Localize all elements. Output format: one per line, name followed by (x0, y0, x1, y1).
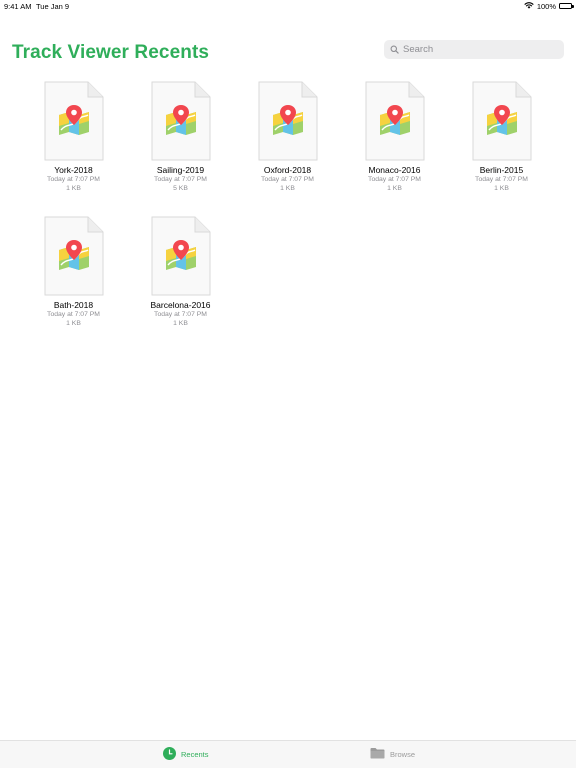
map-pin-icon (379, 105, 410, 135)
file-thumbnail (151, 216, 211, 296)
file-name: Sailing-2019 (156, 165, 205, 175)
file-item[interactable]: Monaco-2016 Today at 7:07 PM 1 KB (341, 81, 448, 193)
file-item[interactable]: York-2018 Today at 7:07 PM 1 KB (20, 81, 127, 193)
file-date: Today at 7:07 PM (47, 176, 100, 183)
status-time: 9:41 AM (4, 2, 32, 11)
file-size: 1 KB (494, 185, 509, 192)
wifi-icon (524, 1, 534, 11)
clock-icon (163, 747, 176, 762)
file-size: 1 KB (173, 320, 188, 327)
battery-percent: 100% (536, 1, 556, 11)
search-bar[interactable] (384, 40, 564, 59)
file-thumbnail (365, 81, 425, 161)
file-thumbnail (472, 81, 532, 161)
file-name: Barcelona-2016 (150, 300, 211, 310)
file-size: 1 KB (280, 185, 295, 192)
file-item[interactable]: Oxford-2018 Today at 7:07 PM 1 KB (234, 81, 341, 193)
file-thumbnail (258, 81, 318, 161)
file-name: Monaco-2016 (368, 165, 421, 175)
file-item[interactable]: Bath-2018 Today at 7:07 PM 1 KB (20, 216, 127, 328)
file-item[interactable]: Sailing-2019 Today at 7:07 PM 5 KB (127, 81, 234, 193)
folder-icon (370, 747, 385, 761)
file-date: Today at 7:07 PM (154, 176, 207, 183)
tab-bar: Recents Browse (0, 740, 576, 768)
file-thumbnail (44, 216, 104, 296)
file-item[interactable]: Barcelona-2016 Today at 7:07 PM 1 KB (127, 216, 234, 328)
map-pin-icon (58, 240, 89, 270)
map-pin-icon (165, 240, 196, 270)
file-size: 1 KB (387, 185, 402, 192)
file-date: Today at 7:07 PM (154, 311, 207, 318)
search-input[interactable] (403, 44, 553, 55)
status-date: Tue Jan 9 (36, 2, 70, 11)
file-date: Today at 7:07 PM (261, 176, 314, 183)
tab-browse-label: Browse (390, 749, 416, 759)
map-pin-icon (165, 105, 196, 135)
file-date: Today at 7:07 PM (47, 311, 100, 318)
file-size: 1 KB (66, 320, 81, 327)
file-date: Today at 7:07 PM (475, 176, 528, 183)
file-name: Berlin-2015 (479, 165, 524, 175)
map-pin-icon (272, 105, 303, 135)
search-icon (390, 41, 399, 59)
status-bar: 9:41 AM Tue Jan 9 100% (0, 0, 576, 12)
file-item[interactable]: Berlin-2015 Today at 7:07 PM 1 KB (448, 81, 555, 193)
screen: 9:41 AM Tue Jan 9 100% Track Viewer Rece… (0, 0, 576, 768)
map-pin-icon (486, 105, 517, 135)
battery-icon (559, 3, 574, 9)
tab-browse[interactable]: Browse (370, 747, 415, 761)
map-pin-icon (58, 105, 89, 135)
tab-recents-label: Recents (181, 750, 209, 759)
file-name: Bath-2018 (53, 300, 94, 310)
file-size: 1 KB (66, 185, 81, 192)
file-name: York-2018 (54, 165, 93, 175)
file-date: Today at 7:07 PM (368, 176, 421, 183)
page-title: Track Viewer Recents (12, 42, 210, 63)
status-right: 100% (524, 1, 574, 11)
tab-recents[interactable]: Recents (163, 747, 209, 762)
file-size: 5 KB (173, 185, 188, 192)
file-thumbnail (44, 81, 104, 161)
file-name: Oxford-2018 (263, 165, 312, 175)
file-thumbnail (151, 81, 211, 161)
